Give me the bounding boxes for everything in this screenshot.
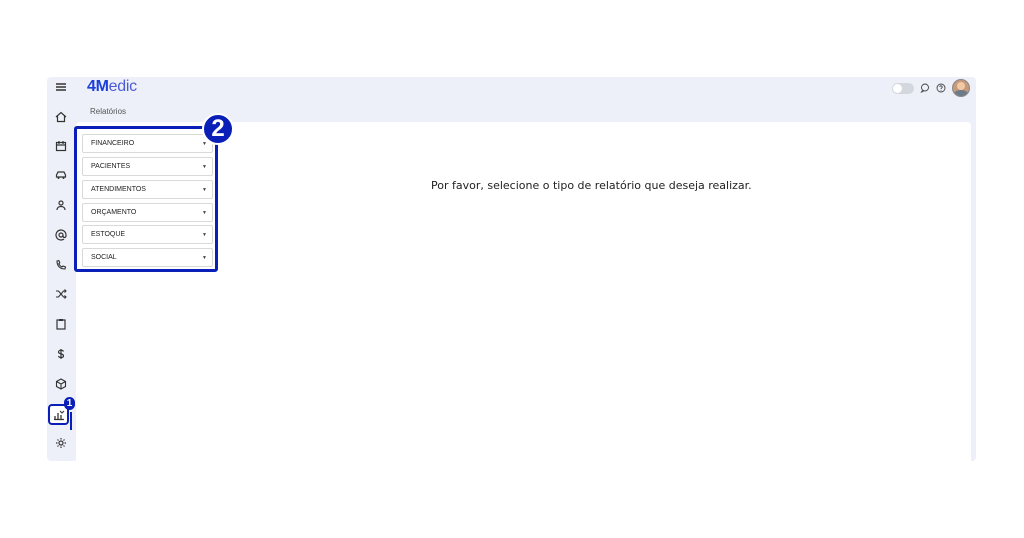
dollar-icon[interactable] xyxy=(51,344,71,364)
home-icon[interactable] xyxy=(51,107,71,127)
clipboard-icon[interactable] xyxy=(51,314,71,334)
report-item-label: ATENDIMENTOS xyxy=(91,186,146,193)
user-avatar[interactable] xyxy=(952,79,970,97)
report-item-social[interactable]: SOCIAL ▼ xyxy=(82,248,213,267)
annotation-badge-2: 2 xyxy=(202,113,234,145)
logo-light: edic xyxy=(108,78,137,95)
report-item-financeiro[interactable]: FINANCEIRO ▼ xyxy=(82,134,213,153)
caret-down-icon: ▼ xyxy=(202,186,207,193)
caret-down-icon: ▼ xyxy=(202,163,207,170)
report-type-panel: FINANCEIRO ▼ PACIENTES ▼ ATENDIMENTOS ▼ ORÇ… xyxy=(74,126,218,272)
app-logo[interactable]: 4Medic xyxy=(87,78,137,96)
car-icon[interactable] xyxy=(51,165,71,185)
sidebar: 1 xyxy=(47,77,75,461)
active-indicator xyxy=(70,412,72,430)
header-actions xyxy=(892,79,970,97)
caret-down-icon: ▼ xyxy=(202,140,207,147)
chat-icon[interactable] xyxy=(920,83,930,93)
caret-down-icon: ▼ xyxy=(202,254,207,261)
report-item-orcamento[interactable]: ORÇAMENTO ▼ xyxy=(82,203,213,222)
report-item-label: SOCIAL xyxy=(91,254,117,261)
box-icon[interactable] xyxy=(51,374,71,394)
calendar-icon[interactable] xyxy=(51,136,71,156)
report-item-label: PACIENTES xyxy=(91,163,131,170)
report-item-pacientes[interactable]: PACIENTES ▼ xyxy=(82,157,213,176)
phone-icon[interactable] xyxy=(51,255,71,275)
shuffle-icon[interactable] xyxy=(51,284,71,304)
menu-icon[interactable] xyxy=(51,77,71,97)
caret-down-icon: ▼ xyxy=(202,209,207,216)
report-item-atendimentos[interactable]: ATENDIMENTOS ▼ xyxy=(82,180,213,199)
breadcrumb: Relatórios xyxy=(90,107,127,116)
report-item-label: FINANCEIRO xyxy=(91,140,135,147)
help-icon[interactable] xyxy=(936,83,946,93)
report-item-estoque[interactable]: ESTOQUE ▼ xyxy=(82,225,213,244)
logo-strong: 4M xyxy=(87,78,109,95)
settings-icon[interactable] xyxy=(51,433,71,453)
annotation-badge-1: 1 xyxy=(64,397,75,410)
empty-state-message: Por favor, selecione o tipo de relatório… xyxy=(431,179,752,192)
theme-toggle[interactable] xyxy=(892,82,914,94)
user-icon[interactable] xyxy=(51,195,71,215)
report-item-label: ORÇAMENTO xyxy=(91,209,137,216)
caret-down-icon: ▼ xyxy=(202,231,207,238)
report-item-label: ESTOQUE xyxy=(91,231,126,238)
at-icon[interactable] xyxy=(51,225,71,245)
